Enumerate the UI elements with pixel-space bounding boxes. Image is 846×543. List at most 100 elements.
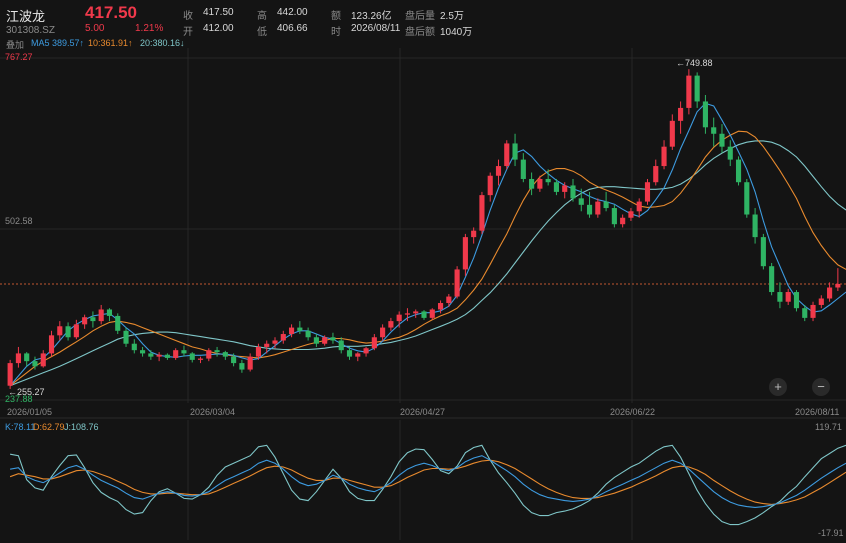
candle-body [322, 337, 328, 344]
candle-body [181, 350, 187, 354]
x-tick: 2026/03/04 [190, 407, 236, 417]
candle-body [744, 182, 750, 215]
candle-body [131, 343, 137, 351]
candle-body [661, 146, 667, 167]
kdj-j-legend: J:108.76 [64, 422, 99, 432]
candle-body [686, 75, 692, 108]
candle-body [206, 350, 212, 359]
x-tick: 2026/04/27 [400, 407, 446, 417]
candle-body [437, 303, 444, 310]
price-axis-mid: 502.58 [5, 216, 33, 226]
kdj-d-legend: D:62.79 [33, 422, 65, 432]
candle-body [537, 178, 543, 189]
zoom-in-button[interactable]: + [769, 378, 787, 396]
candle-body [115, 315, 121, 331]
candle-body [57, 326, 63, 336]
price-axis-top: 767.27 [5, 52, 33, 62]
candle-body [603, 201, 609, 209]
candle-body [413, 311, 419, 314]
candle-body [288, 327, 295, 335]
candle-body [702, 101, 708, 128]
candle-body [694, 75, 700, 102]
candle-body [735, 159, 742, 183]
candle-body [40, 353, 46, 367]
candle-body [678, 107, 684, 121]
candle-body [711, 127, 717, 134]
candle-body [611, 208, 617, 225]
candle-body [106, 309, 113, 316]
candle-body [7, 363, 13, 386]
candle-body [305, 330, 311, 338]
candle-body [214, 350, 220, 353]
candle-body [454, 269, 460, 297]
candle-body [313, 337, 319, 344]
candle-body [578, 198, 584, 205]
candle-body [653, 166, 659, 183]
candle-body [272, 340, 278, 344]
kdj-axis-top: 119.71 [815, 422, 842, 432]
candle-body [222, 352, 228, 357]
candle-body [429, 309, 435, 318]
candle-body [32, 361, 38, 367]
candle-body [156, 354, 162, 357]
candle-body [123, 330, 129, 344]
candle-body [835, 283, 841, 288]
candle-body [48, 335, 55, 354]
candle-body [487, 175, 493, 196]
candle-body [65, 326, 71, 338]
candle-body [363, 348, 369, 354]
candle-body [73, 324, 79, 338]
candle-body [371, 337, 377, 349]
candle-body [24, 353, 30, 362]
x-tick: 2026/01/05 [7, 407, 53, 417]
candle-body [760, 237, 766, 267]
candle-body [810, 304, 816, 318]
candle-body [512, 143, 518, 160]
candle-body [189, 353, 195, 360]
candle-body [827, 287, 833, 299]
candle-body [719, 133, 725, 147]
candle-body [90, 317, 96, 322]
candle-body [239, 363, 245, 370]
candle-body [570, 185, 576, 199]
zoom-out-button[interactable]: − [812, 378, 830, 396]
candle-body [280, 334, 286, 341]
candle-body [545, 178, 551, 183]
candle-body [802, 308, 808, 318]
kline-chart[interactable] [0, 0, 846, 543]
candle-body [727, 146, 733, 160]
candle-body [818, 298, 824, 305]
kdj-axis-bottom: -17.91 [818, 528, 844, 538]
candle-body [520, 159, 526, 179]
kdj-k-legend: K:78.11 [5, 422, 36, 432]
candle-body [479, 195, 485, 231]
candle-body [446, 296, 452, 304]
x-tick: 2026/08/11 [795, 407, 840, 417]
candle-body [529, 178, 535, 189]
candle-body [628, 211, 634, 218]
candle-body [471, 230, 477, 238]
candle-body [586, 204, 593, 215]
candle-body [164, 354, 170, 358]
x-tick: 2026/06/22 [610, 407, 656, 417]
candle-body [553, 182, 560, 192]
candle-body [140, 350, 146, 354]
candle-body [636, 201, 642, 212]
candle-body [595, 201, 601, 215]
candle-body [148, 353, 154, 357]
candle-body [98, 309, 104, 322]
candle-body [504, 143, 510, 167]
candle-body [264, 343, 270, 347]
candle-body [495, 166, 502, 176]
candle-body [346, 350, 353, 357]
candle-body [777, 292, 783, 302]
candle-body [388, 321, 394, 328]
candle-body [173, 350, 179, 358]
candle-body [562, 185, 568, 192]
candle-body [421, 311, 427, 318]
candle-body [785, 292, 791, 302]
candle-body [197, 358, 204, 360]
candle-body [297, 327, 303, 331]
candle-body [620, 217, 626, 225]
candle-body [338, 340, 344, 351]
